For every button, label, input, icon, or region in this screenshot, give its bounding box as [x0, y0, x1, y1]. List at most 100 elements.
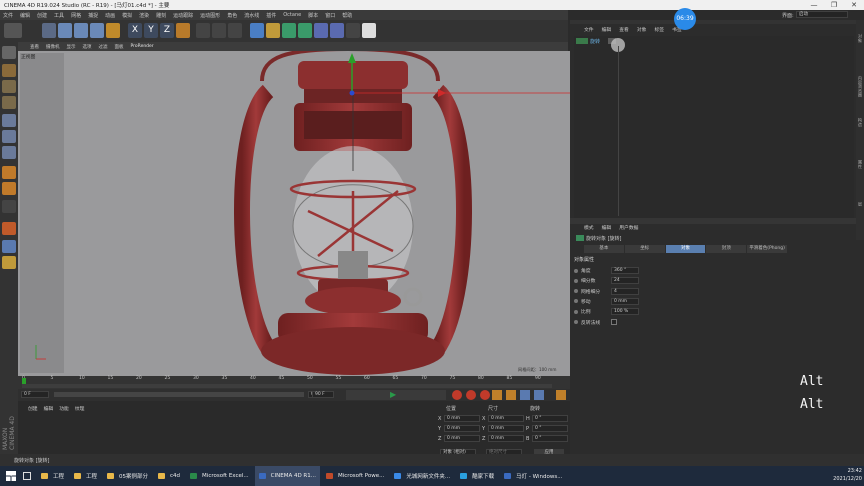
material-menu-item-0[interactable]: 创建: [28, 405, 38, 413]
close-button[interactable]: ✕: [844, 0, 864, 10]
deformer-icon[interactable]: [314, 23, 328, 38]
coord-position-X[interactable]: 0 mm: [444, 415, 480, 422]
menu-item-4[interactable]: 网格: [71, 12, 81, 19]
y-axis-icon[interactable]: Y: [144, 23, 158, 38]
texture-mode-icon[interactable]: [2, 80, 16, 93]
material-menu-item-3[interactable]: 纹理: [75, 405, 85, 413]
viewport[interactable]: 正视图 网格间距：100 mm: [18, 51, 570, 376]
menu-item-12[interactable]: 角色: [227, 12, 237, 19]
end-frame-field-2[interactable]: 90 F: [312, 391, 334, 398]
sculpt-icon[interactable]: [2, 256, 16, 269]
tweak-icon[interactable]: [2, 182, 16, 195]
grid-icon[interactable]: [2, 240, 16, 253]
attr-tab-2[interactable]: 对象: [665, 245, 706, 253]
property-value-2[interactable]: 4: [611, 287, 639, 295]
attr-tab-3[interactable]: 封顶: [706, 245, 747, 253]
menu-item-5[interactable]: 捕捉: [88, 12, 98, 19]
property-radio-icon[interactable]: [574, 268, 578, 273]
make-editable-icon[interactable]: [2, 46, 16, 59]
polygons-mode-icon[interactable]: [2, 146, 16, 159]
om-menu-item-2[interactable]: 查看: [619, 26, 629, 34]
points-mode-icon[interactable]: [2, 114, 16, 127]
side-tab-3[interactable]: 属性: [857, 160, 863, 168]
attr-tab-4[interactable]: 平滑着色(Phong): [747, 245, 787, 253]
maximize-button[interactable]: ❐: [824, 0, 844, 10]
play-icon[interactable]: ▶: [390, 390, 396, 399]
coord-position-Z[interactable]: 0 mm: [444, 435, 480, 442]
model-mode-icon[interactable]: [2, 64, 16, 77]
viewport-menu-item-0[interactable]: 查看: [30, 44, 39, 50]
menu-item-9[interactable]: 雕刻: [156, 12, 166, 19]
undo-icon[interactable]: [4, 23, 22, 38]
material-menu-item-1[interactable]: 编辑: [44, 405, 54, 413]
coord-position-Y[interactable]: 0 mm: [444, 425, 480, 432]
viewport-menu-item-1[interactable]: 摄像机: [46, 44, 60, 50]
property-radio-icon[interactable]: [574, 278, 578, 283]
task-view-icon[interactable]: [23, 472, 31, 480]
viewport-menu-item-2[interactable]: 显示: [67, 44, 76, 50]
coord-size-Y[interactable]: 0 mm: [488, 425, 524, 432]
om-menu-item-0[interactable]: 文件: [584, 26, 594, 34]
taskbar-clock[interactable]: 23:42 2021/12/20: [828, 467, 864, 485]
taskbar-item-6[interactable]: Microsoft Powe...: [322, 466, 388, 486]
edges-mode-icon[interactable]: [2, 130, 16, 143]
windows-start-icon[interactable]: [6, 471, 16, 481]
subdivision-icon[interactable]: [282, 23, 296, 38]
playback-buttons[interactable]: ▶: [346, 390, 446, 400]
render-settings-icon[interactable]: [228, 23, 242, 38]
rotate-key-icon[interactable]: [506, 390, 516, 400]
menu-item-14[interactable]: 插件: [266, 12, 276, 19]
object-manager[interactable]: 旋转: [574, 36, 854, 221]
taskbar-item-4[interactable]: Microsoft Excel...: [186, 466, 253, 486]
coord-size-X[interactable]: 0 mm: [488, 415, 524, 422]
viewport-menu-item-5[interactable]: 面板: [115, 44, 124, 50]
material-menu-item-2[interactable]: 功能: [59, 405, 69, 413]
timeline-window-icon[interactable]: [556, 390, 566, 400]
camera-icon[interactable]: [346, 23, 360, 38]
menu-item-13[interactable]: 流水线: [244, 12, 259, 19]
array-icon[interactable]: [298, 23, 312, 38]
menu-item-11[interactable]: 运动图形: [200, 12, 220, 19]
menu-item-17[interactable]: 窗口: [325, 12, 335, 19]
floor-icon[interactable]: [330, 23, 344, 38]
taskbar-item-2[interactable]: 05案例部分: [103, 466, 152, 486]
menu-item-18[interactable]: 帮助: [342, 12, 352, 19]
cube-icon[interactable]: [250, 23, 264, 38]
minimize-button[interactable]: —: [804, 0, 824, 10]
select-icon[interactable]: [42, 23, 56, 38]
interface-select[interactable]: 启动: [796, 11, 848, 18]
om-menu-item-1[interactable]: 编辑: [602, 26, 612, 34]
scale-key-icon[interactable]: [520, 390, 530, 400]
taskbar-item-1[interactable]: 工程: [70, 466, 101, 486]
property-radio-icon[interactable]: [574, 289, 578, 294]
object-name[interactable]: 旋转: [590, 38, 600, 45]
taskbar-item-0[interactable]: 工程: [37, 466, 68, 486]
attr-menu-item-2[interactable]: 用户数据: [619, 224, 638, 232]
menu-item-16[interactable]: 脚本: [308, 12, 318, 19]
attr-menu-item-0[interactable]: 模式: [584, 224, 594, 232]
coord-size-Z[interactable]: 0 mm: [488, 435, 524, 442]
taskbar-item-5[interactable]: CINEMA 4D R1...: [254, 466, 320, 486]
param-key-icon[interactable]: [534, 390, 544, 400]
menu-item-15[interactable]: Octane: [283, 12, 301, 18]
timeline-track[interactable]: [22, 384, 552, 388]
rotate-icon[interactable]: [90, 23, 104, 38]
viewport-menu-item-4[interactable]: 过滤: [99, 44, 108, 50]
menu-item-2[interactable]: 创建: [37, 12, 47, 19]
menu-item-8[interactable]: 渲染: [139, 12, 149, 19]
menu-item-6[interactable]: 动画: [105, 12, 115, 19]
autokey-icon[interactable]: [466, 390, 476, 400]
viewport-menu-item-3[interactable]: 选项: [83, 44, 92, 50]
side-tab-2[interactable]: 构造: [857, 118, 863, 126]
menu-item-10[interactable]: 运动跟踪: [173, 12, 193, 19]
menu-item-3[interactable]: 工具: [54, 12, 64, 19]
render-view-icon[interactable]: [196, 23, 210, 38]
property-radio-icon[interactable]: [574, 299, 578, 304]
attr-tab-0[interactable]: 基本: [584, 245, 624, 253]
side-tab-4[interactable]: 层: [857, 202, 863, 206]
move-icon[interactable]: [58, 23, 72, 38]
property-radio-icon[interactable]: [574, 309, 578, 314]
property-value-1[interactable]: 24: [611, 277, 639, 285]
range-slider[interactable]: [54, 392, 304, 397]
object-visibility-icon[interactable]: [576, 38, 588, 44]
